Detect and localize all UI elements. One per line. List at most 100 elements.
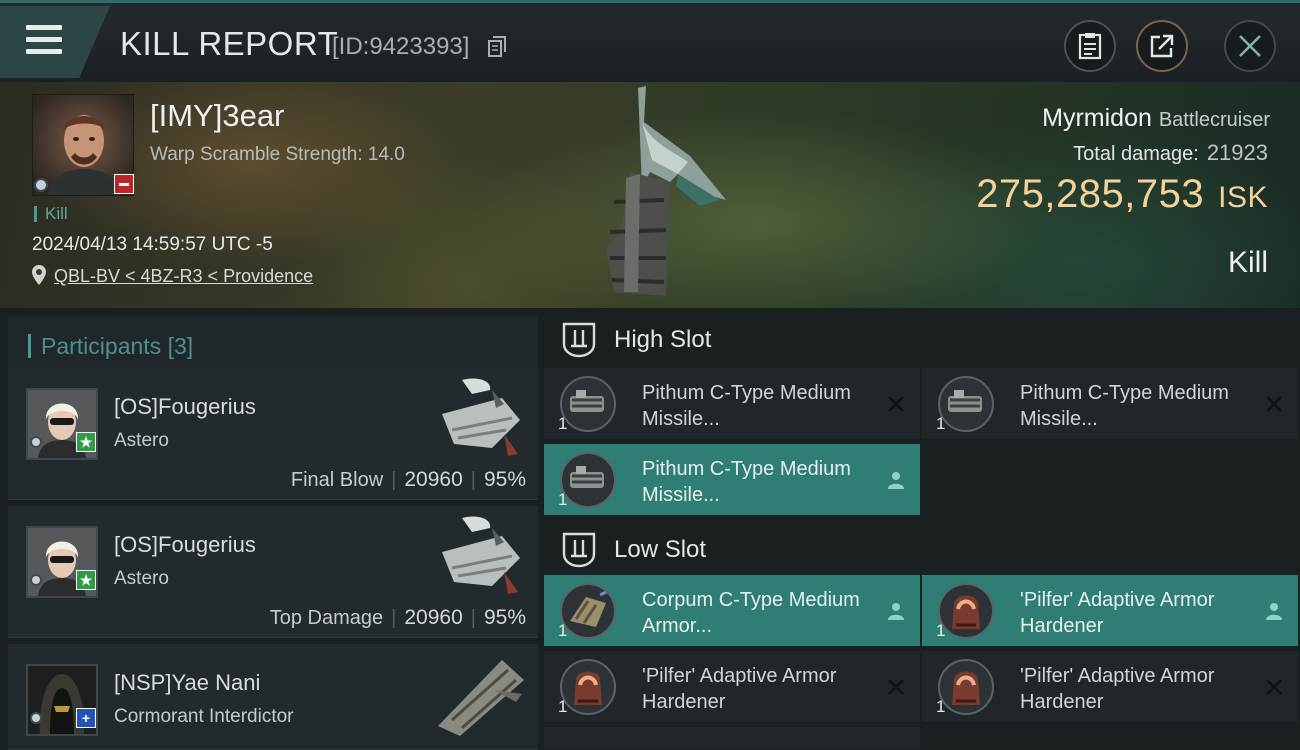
participant-role: Top Damage [269,607,384,629]
armor-hardener-icon [938,583,994,639]
participant-ship: Astero [114,568,169,589]
module-item[interactable]: 1 Pithum C-Type Medium Missile... [922,368,1298,440]
dropped-person-icon [1266,603,1282,620]
module-quantity: 1 [936,697,946,716]
stats-separator: | [470,469,476,491]
module-item[interactable]: 1 Pithum C-Type Medium Missile... [544,368,920,440]
module-item[interactable]: 1 'Pilfer' Adaptive Armor Hardener [922,651,1298,723]
module-quantity: 1 [558,490,568,509]
module-quantity: 1 [936,414,946,433]
module-item[interactable]: 1 Pithum C-Type Medium Missile... [544,444,920,516]
participants-title: Participants [3] [28,334,193,358]
victim-ship: Myrmidon Battlecruiser [1042,104,1270,133]
armor-plate-icon [560,583,616,639]
participant-stats: Final Blow | 20960 | 95% [291,468,526,492]
participant-ship: Astero [114,430,169,451]
participant-corp-icon [30,574,42,586]
participant-damage-percent: 95% [483,468,526,491]
stats-separator: | [470,607,476,629]
victim-ship-render [606,86,726,296]
dropped-person-icon [888,603,904,620]
top-bar: KILL REPORT [ID:9423393] [0,0,1300,82]
destroyed-icon [888,679,904,695]
module-name: Pithum C-Type Medium Missile... [1020,382,1229,430]
module-name: Pithum C-Type Medium Missile... [642,458,851,506]
low-slot-header: Low Slot [542,518,1300,580]
victim-name[interactable]: [IMY]3ear [150,98,284,134]
close-icon [1239,35,1261,57]
participant-ship-image [442,516,520,594]
share-button[interactable] [1136,20,1188,72]
high-slot-title: High Slot [614,326,712,353]
positive-standing-icon: ★ [76,432,96,452]
total-damage-label: Total damage: [1073,143,1199,165]
module-quantity: 1 [936,621,946,640]
participant-damage: 20960 [404,468,463,491]
armor-hardener-icon [938,659,994,715]
participant-ship-image [442,378,520,456]
total-damage-value: 21923 [1206,140,1268,165]
module-name: Corpum C-Type Medium Armor... [642,589,860,637]
fitting-panel: High Slot 1 Pithum C-Type Medium Missile… [542,308,1300,750]
missile-launcher-icon [560,452,616,508]
missile-launcher-icon [938,376,994,432]
module-item-partial[interactable] [544,727,920,750]
stats-separator: | [391,607,397,629]
participants-panel: Participants [3] ★ [OS]Fougerius Astero [0,308,542,750]
low-slot-icon [562,532,596,568]
low-slot-title: Low Slot [614,536,707,563]
victim-ship-class: Battlecruiser [1158,109,1270,131]
close-button[interactable] [1224,20,1276,72]
participant-corp-icon [30,436,42,448]
stats-separator: | [391,469,397,491]
participant-ship: Cormorant Interdictor [114,706,294,727]
isk-value: 275,285,753 ISK [976,172,1268,217]
module-item[interactable]: 1 'Pilfer' Adaptive Armor Hardener [544,651,920,723]
location-link[interactable]: QBL-BV < 4BZ-R3 < Providence [54,266,313,287]
module-name: Pithum C-Type Medium Missile... [642,382,851,430]
isk-amount: 275,285,753 [976,172,1205,216]
participant-name[interactable]: [OS]Fougerius [114,394,256,420]
participant-name[interactable]: [NSP]Yae Nani [114,670,260,696]
participant-ship-image [438,660,524,736]
participant-damage: 20960 [404,606,463,629]
participant-row[interactable]: + [NSP]Yae Nani Cormorant Interdictor [8,644,538,750]
high-slot-icon [562,322,596,358]
share-icon [1150,34,1174,58]
positive-standing-icon: ★ [76,570,96,590]
victim-ship-name: Myrmidon [1042,104,1152,132]
copy-icon[interactable] [488,36,506,58]
kill-id: [ID:9423393] [332,33,470,60]
fleet-standing-icon: + [76,708,96,728]
kill-tag: Kill [34,205,68,222]
isk-unit: ISK [1218,181,1268,214]
participant-row[interactable]: ★ [OS]Fougerius Astero Final Blow | 20960 |… [8,368,538,500]
total-damage: Total damage: 21923 [1073,140,1268,166]
module-quantity: 1 [558,621,568,640]
module-name: 'Pilfer' Adaptive Armor Hardener [1020,665,1215,713]
participant-row[interactable]: ★ [OS]Fougerius Astero Top Damage | 20960 |… [8,506,538,638]
module-quantity: 1 [558,697,568,716]
destroyed-icon [888,396,904,412]
victim-corp-icon [34,178,48,192]
negative-standing-icon [114,174,134,194]
participants-header: Participants [3] [8,316,538,372]
kill-result: Kill [1227,246,1268,279]
missile-launcher-icon [560,376,616,432]
dropped-person-icon [888,472,904,489]
module-item[interactable]: 1 Corpum C-Type Medium Armor... [544,575,920,647]
participants-label: Participants [41,333,162,359]
kill-timestamp: 2024/04/13 14:59:57 UTC -5 [32,234,273,255]
module-quantity: 1 [558,414,568,433]
module-item[interactable]: 1 'Pilfer' Adaptive Armor Hardener [922,575,1298,647]
participant-name[interactable]: [OS]Fougerius [114,532,256,558]
participant-stats: Top Damage | 20960 | 95% [270,606,526,630]
hamburger-menu-icon[interactable] [26,25,62,55]
participants-count: [3] [167,333,194,359]
armor-hardener-icon [560,659,616,715]
victim-banner: [IMY]3ear Warp Scramble Strength: 14.0 K… [0,82,1300,308]
report-document-button[interactable] [1064,20,1116,72]
participant-corp-icon [30,712,42,724]
page-title: KILL REPORT [120,25,339,62]
warp-scramble-strength: Warp Scramble Strength: 14.0 [150,144,405,165]
